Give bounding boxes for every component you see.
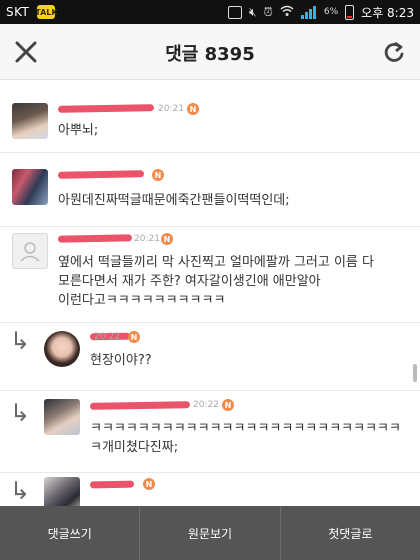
new-badge: N — [143, 478, 155, 490]
battery-icon — [345, 4, 355, 20]
comment-time: 20:22 — [94, 332, 120, 342]
carrier-label: SKT — [6, 5, 30, 19]
write-comment-button[interactable]: 댓글쓰기 — [0, 506, 141, 560]
avatar — [12, 233, 48, 269]
reply-item[interactable]: ↳ 20:22 N 현장이야?? — [0, 323, 420, 391]
alarm-icon: ⏰︎ — [263, 4, 273, 19]
comment-item[interactable]: N 아뭔데진짜떡글때문에죽간팬들이떡떡인데; — [0, 153, 420, 227]
comment-time: 20:21 — [134, 234, 160, 244]
scrollbar-thumb[interactable] — [413, 364, 417, 382]
new-badge: N — [152, 169, 164, 181]
comment-text: 현장이야?? — [90, 353, 152, 368]
mute-icon: 🔇︎ — [248, 4, 257, 19]
avatar — [12, 103, 48, 139]
status-bar: SKT TALK 🔇︎ ⏰︎ 6% 오후 8:23 — [0, 0, 420, 24]
comment-text: ㅋㅋㅋㅋㅋㅋㅋㅋㅋㅋㅋㅋㅋㅋㅋㅋㅋㅋㅋㅋㅋㅋㅋㅋㅋㅋ ㅋ개미쳤다진짜; — [90, 421, 401, 455]
avatar — [44, 399, 80, 435]
default-avatar-icon — [20, 242, 40, 262]
first-comment-button[interactable]: 첫댓글로 — [281, 506, 420, 560]
reply-arrow-icon: ↳ — [10, 327, 31, 355]
clock: 오후 8:23 — [361, 5, 414, 20]
redacted-username — [89, 480, 135, 489]
avatar — [44, 477, 80, 506]
reply-arrow-icon: ↳ — [10, 399, 31, 427]
comment-time: 20:22 — [193, 400, 219, 410]
new-badge: N — [128, 331, 140, 343]
new-badge: N — [187, 103, 199, 115]
redacted-username — [57, 170, 145, 179]
signal-icon — [300, 5, 317, 19]
header-bar: 댓글 8395 — [0, 24, 420, 80]
comment-text: 아뿌뇌; — [58, 123, 99, 138]
comment-item[interactable]: 20:21 N 옆에서 떡글들끼리 막 사진찍고 얼마에팔까 그러고 이름 다 … — [0, 227, 420, 323]
kakaotalk-icon: TALK — [35, 5, 58, 19]
comment-time: 20:21 — [158, 104, 184, 114]
comment-text: 아뭔데진짜떡글때문에죽간팬들이떡떡인데; — [58, 193, 290, 208]
redacted-username — [57, 234, 133, 243]
reply-item[interactable]: ↳ 20:22 N ㅋㅋㅋㅋㅋㅋㅋㅋㅋㅋㅋㅋㅋㅋㅋㅋㅋㅋㅋㅋㅋㅋㅋㅋㅋㅋ ㅋ개미… — [0, 391, 420, 473]
avatar — [44, 331, 80, 367]
refresh-icon — [384, 41, 404, 62]
refresh-button[interactable] — [378, 36, 410, 68]
reply-arrow-icon: ↳ — [10, 477, 31, 505]
screen-icon — [227, 5, 242, 19]
battery-percent: 6% — [323, 7, 339, 17]
new-badge: N — [161, 233, 173, 245]
avatar — [12, 169, 48, 205]
page-title: 댓글 8395 — [165, 44, 255, 65]
reply-item[interactable]: ↳ N — [0, 473, 420, 506]
redacted-username — [57, 104, 155, 113]
new-badge: N — [222, 399, 234, 411]
comment-item[interactable]: 20:21 N 아뿌뇌; — [0, 81, 420, 153]
view-original-button[interactable]: 원문보기 — [140, 506, 281, 560]
bottom-action-bar: 댓글쓰기 원문보기 첫댓글로 — [0, 506, 420, 560]
comment-list[interactable]: 20:21 N 아뿌뇌; N 아뭔데진짜떡글때문에죽간팬들이떡떡인데; 20:2… — [0, 81, 420, 506]
comment-text: 옆에서 떡글들끼리 막 사진찍고 얼마에팔까 그러고 이름 다 모른다면서 재가… — [58, 255, 374, 308]
wifi-icon — [280, 5, 294, 20]
redacted-username — [89, 401, 191, 410]
